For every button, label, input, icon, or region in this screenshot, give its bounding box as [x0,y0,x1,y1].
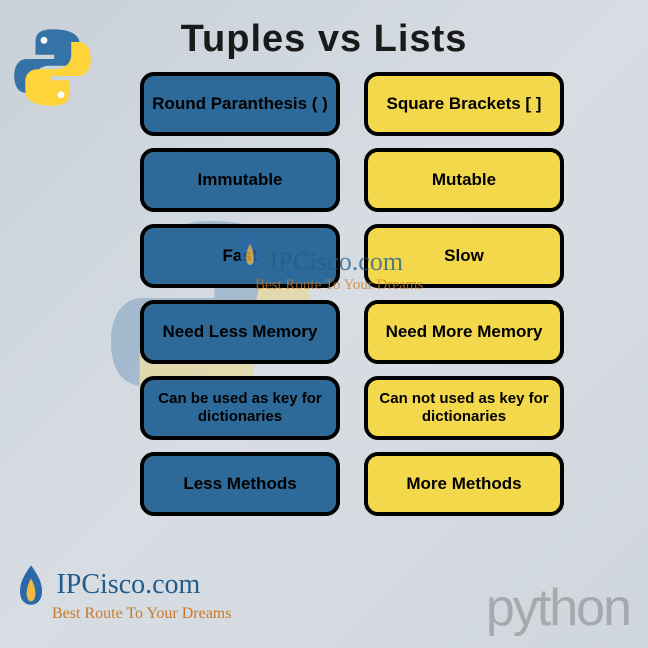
page-title: Tuples vs Lists [0,0,648,61]
tuple-box: Need Less Memory [140,300,340,364]
tuple-box: Can be used as key for dictionaries [140,376,340,440]
footer-slogan: Best Route To Your Dreams [52,605,231,623]
list-box: Square Brackets [ ] [364,72,564,136]
python-text-watermark: python [486,578,630,638]
tuple-box: Fast [140,224,340,288]
tuple-box: Round Paranthesis ( ) [140,72,340,136]
table-row: Need Less Memory Need More Memory [140,300,580,364]
flame-icon [14,563,48,607]
list-box: Slow [364,224,564,288]
table-row: Round Paranthesis ( ) Square Brackets [ … [140,72,580,136]
comparison-grid: Round Paranthesis ( ) Square Brackets [ … [140,72,580,516]
table-row: Fast Slow [140,224,580,288]
list-box: More Methods [364,452,564,516]
list-box: Need More Memory [364,300,564,364]
tuple-box: Immutable [140,148,340,212]
table-row: Can be used as key for dictionaries Can … [140,376,580,440]
tuple-box: Less Methods [140,452,340,516]
table-row: Immutable Mutable [140,148,580,212]
list-box: Mutable [364,148,564,212]
python-logo-icon [10,25,95,110]
footer-brand: IPCisco.com [56,569,200,600]
list-box: Can not used as key for dictionaries [364,376,564,440]
table-row: Less Methods More Methods [140,452,580,516]
footer-logo: IPCisco.com Best Route To Your Dreams [14,563,231,623]
